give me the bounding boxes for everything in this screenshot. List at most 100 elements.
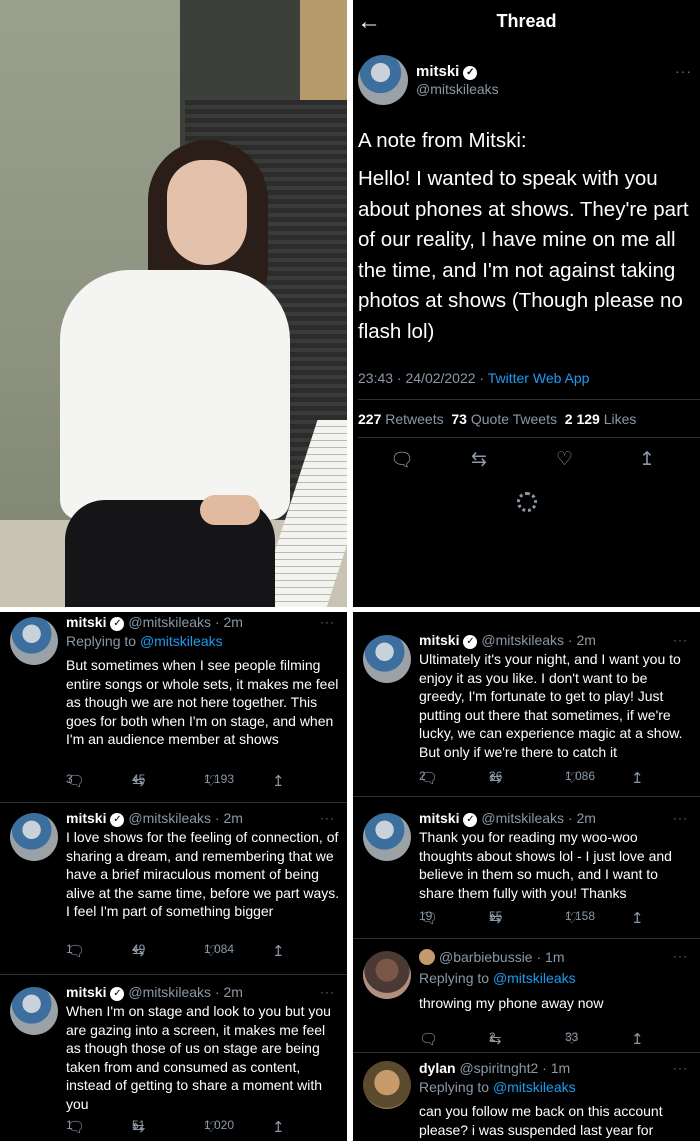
avatar[interactable] <box>363 813 411 861</box>
person-face <box>167 160 247 265</box>
tweet-text: I love shows for the feeling of connecti… <box>66 829 340 919</box>
more-options-icon[interactable]: ··· <box>320 811 335 825</box>
retweet-count: 45 <box>132 772 146 786</box>
more-options-icon[interactable]: ··· <box>673 811 688 825</box>
more-options-icon[interactable]: ··· <box>320 985 335 999</box>
avatar[interactable] <box>363 951 411 999</box>
tweet-author-name[interactable]: dylan <box>419 1060 456 1076</box>
like-count: 1 193 <box>204 772 235 786</box>
reply-count: 1 <box>66 942 73 956</box>
avatar[interactable] <box>10 813 58 861</box>
tweet-header: mitski ✓ @mitskileaks · 2m <box>419 810 596 827</box>
tweet-header: mitski ✓ @mitskileaks · 2m <box>66 984 243 1001</box>
tweet-actions: 🗨 1 ⇆ 49 ♡ 1 084 ↥ <box>66 942 296 962</box>
share-icon: ↥ <box>272 773 285 790</box>
author-handle[interactable]: @mitskileaks <box>416 81 499 97</box>
replying-to: Replying to @mitskileaks <box>419 1079 576 1095</box>
retweet-count: 2 <box>489 1030 496 1044</box>
avatar[interactable] <box>10 617 58 665</box>
divider <box>0 802 347 803</box>
more-options-icon[interactable]: ··· <box>673 1061 688 1075</box>
likes-label[interactable]: Likes <box>604 411 637 427</box>
person-hand <box>200 495 260 525</box>
photo-panel <box>0 0 347 607</box>
quotes-label[interactable]: Quote Tweets <box>471 411 557 427</box>
retweets-label[interactable]: Retweets <box>385 411 443 427</box>
verified-badge-icon: ✓ <box>110 813 125 827</box>
tweet-time: 23:43 · 24/02/2022 · <box>358 370 488 386</box>
tweet-handle-time[interactable]: @mitskileaks · 2m <box>481 632 596 648</box>
avatar[interactable] <box>363 1061 411 1109</box>
monkey-emoji-icon <box>419 949 435 965</box>
tweet-handle-time[interactable]: @mitskileaks · 2m <box>128 810 243 826</box>
share-icon: ↥ <box>631 770 644 787</box>
tweet-handle-time[interactable]: @mitskileaks · 2m <box>128 984 243 1000</box>
tweet-actions: 🗨 ⇆ 2 ♡ 33 ↥ <box>419 1030 649 1050</box>
tweet-handle-time[interactable]: @barbiebussie · 1m <box>439 949 565 965</box>
divider <box>353 796 700 797</box>
replying-label: Replying to <box>66 633 140 649</box>
more-options-icon[interactable]: ··· <box>320 615 335 629</box>
divider <box>353 1052 700 1053</box>
like-count: 33 <box>565 1030 579 1044</box>
tweet-header: mitski ✓ @mitskileaks · 2m <box>419 632 596 649</box>
tweet-author-name[interactable]: mitski <box>66 614 106 630</box>
tweet-author-name[interactable]: mitski <box>419 810 459 826</box>
tweet-app-link[interactable]: Twitter Web App <box>488 370 590 386</box>
replying-to-link[interactable]: @mitskileaks <box>493 1079 576 1095</box>
replies-panel-right: mitski ✓ @mitskileaks · 2m ··· Ultimately… <box>353 612 700 1141</box>
author-name-text: mitski <box>416 63 460 80</box>
author-name[interactable]: mitski ✓ <box>416 63 478 80</box>
tweet-handle-time[interactable]: @mitskileaks · 2m <box>481 810 596 826</box>
retweets-count[interactable]: 227 <box>358 411 381 427</box>
replying-to-link[interactable]: @mitskileaks <box>140 633 223 649</box>
tweet-header: @barbiebussie · 1m <box>419 949 565 965</box>
tweet-handle-time[interactable]: @spiritnght2 · 1m <box>459 1060 570 1076</box>
tweet-handle-time[interactable]: @mitskileaks · 2m <box>128 614 243 630</box>
tweet-actions: 🗨 2 ⇆ 36 ♡ 1 086 ↥ <box>419 769 649 789</box>
reply-icon: 🗨 <box>419 1031 439 1048</box>
replies-panel-left: mitski ✓ @mitskileaks · 2m ··· Replying t… <box>0 612 347 1141</box>
avatar[interactable] <box>363 635 411 683</box>
more-options-icon[interactable]: ··· <box>673 949 688 963</box>
avatar[interactable] <box>358 55 408 105</box>
reply-icon[interactable]: 🗨 <box>390 448 414 472</box>
like-count: 1 084 <box>204 942 235 956</box>
verified-badge-icon: ✓ <box>463 66 478 80</box>
tweet-header: mitski ✓ @mitskileaks · 2m <box>66 810 243 827</box>
share-icon[interactable]: ↥ <box>639 448 655 471</box>
retweet-count: 49 <box>132 942 146 956</box>
tweet-actions: 🗨 19 ⇆ 55 ♡ 1 158 ↥ <box>419 909 649 929</box>
divider <box>358 399 700 400</box>
more-options-icon[interactable]: ··· <box>673 633 688 647</box>
thread-topbar: ← Thread <box>353 0 700 44</box>
share-icon: ↥ <box>272 943 285 960</box>
quotes-count[interactable]: 73 <box>451 411 467 427</box>
retweet-count: 51 <box>132 1118 146 1132</box>
replying-to: Replying to @mitskileaks <box>66 633 223 649</box>
person-blouse <box>60 270 290 520</box>
tweet-actions: 🗨 ⇆ ♡ ↥ <box>353 448 700 478</box>
heart-icon[interactable]: ♡ <box>556 448 573 471</box>
replying-label: Replying to <box>419 1079 493 1095</box>
tweet-author-name[interactable]: mitski <box>66 984 106 1000</box>
tweet-heading: A note from Mitski: <box>358 129 527 152</box>
tweet-header: mitski ✓ @mitskileaks · 2m <box>66 614 243 631</box>
tweet-author-name[interactable]: mitski <box>66 810 106 826</box>
replying-to-link[interactable]: @mitskileaks <box>493 970 576 986</box>
tweet-author-name[interactable]: mitski <box>419 632 459 648</box>
retweet-count: 55 <box>489 909 503 923</box>
more-options-icon[interactable]: ··· <box>675 63 692 79</box>
tweet-actions: 🗨 1 ⇆ 51 ♡ 1 020 ↥ <box>66 1118 296 1138</box>
like-count: 1 086 <box>565 769 596 783</box>
retweet-count: 36 <box>489 769 503 783</box>
tweet-text: Thank you for reading my woo-woo thought… <box>419 829 672 901</box>
retweet-icon[interactable]: ⇆ <box>471 448 487 471</box>
tweet-text: When I'm on stage and look to you but yo… <box>66 1003 331 1112</box>
avatar[interactable] <box>10 987 58 1035</box>
tweet-header: dylan @spiritnght2 · 1m <box>419 1060 570 1076</box>
replying-label: Replying to <box>419 970 493 986</box>
divider <box>0 974 347 975</box>
likes-count[interactable]: 2 129 <box>565 411 600 427</box>
thread-title: Thread <box>496 11 557 31</box>
